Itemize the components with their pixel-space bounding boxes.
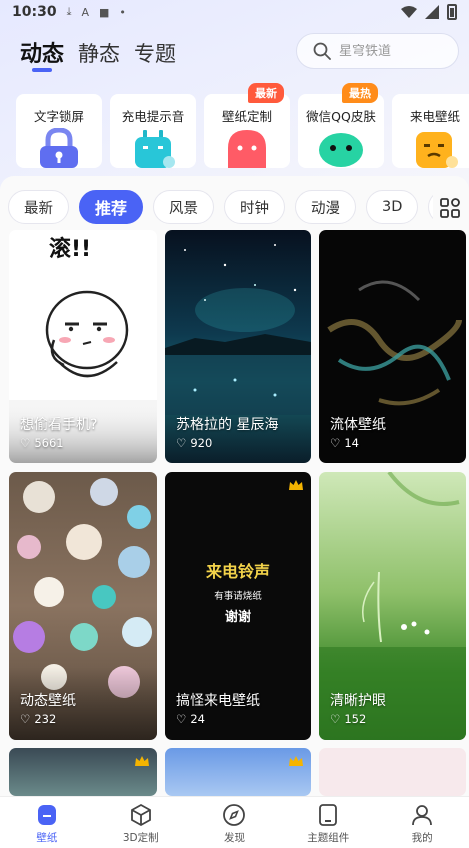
wallpaper-card[interactable]: 清晰护眼 ♡ 152: [319, 472, 466, 740]
feature-text-lockscreen[interactable]: 文字锁屏: [16, 94, 102, 168]
likes-count: 232: [34, 712, 57, 726]
vip-crown-icon: [135, 756, 149, 766]
likes-count: 920: [190, 436, 213, 450]
category-row: 最新 推荐 风景 时钟 动漫 3D 动物: [8, 190, 433, 226]
category-chip-3d[interactable]: 3D: [366, 190, 419, 224]
wallpaper-card[interactable]: 流体壁纸 ♡ 14: [319, 230, 466, 463]
badge-new: 最新: [248, 83, 284, 103]
likes-count: 14: [344, 436, 359, 450]
wifi-icon: [401, 5, 417, 18]
grid-view-icon[interactable]: [440, 198, 460, 218]
wallpaper-likes: ♡ 14: [330, 436, 359, 450]
feature-wallpaper-custom[interactable]: 最新 壁纸定制: [204, 83, 290, 168]
wallpaper-likes: ♡ 232: [20, 712, 56, 726]
wallpaper-card[interactable]: 动态壁纸 ♡ 232: [9, 472, 157, 740]
app-icon: ■: [98, 5, 110, 19]
vip-crown-icon: [289, 756, 303, 766]
tab-topics[interactable]: 专题: [134, 38, 176, 68]
nav-item-profile[interactable]: 我的: [375, 797, 469, 848]
face-icon: [416, 132, 458, 168]
lock-icon: [40, 128, 78, 168]
widget-icon: [319, 804, 338, 826]
wallpaper-card[interactable]: [9, 748, 157, 796]
category-chip-latest[interactable]: 最新: [8, 190, 69, 224]
heart-icon: ♡: [330, 436, 341, 450]
wallpaper-icon: [37, 805, 56, 825]
battery-icon: [447, 4, 457, 20]
feature-label: 充电提示音: [121, 109, 185, 124]
thumbnail-text: 滚!!: [49, 236, 91, 262]
feature-row: 文字锁屏 充电提示音 最新 壁纸定制 最热 微信QQ皮肤 来电壁纸: [16, 83, 469, 168]
heart-icon: ♡: [176, 712, 187, 726]
wallpaper-title: 流体壁纸: [330, 417, 386, 433]
heart-icon: ♡: [20, 436, 31, 450]
feature-charging-sound[interactable]: 充电提示音: [110, 94, 196, 168]
nav-label: 我的: [411, 832, 433, 844]
category-chip-clock[interactable]: 时钟: [224, 190, 286, 224]
thumbnail-text: 来电铃声: [205, 562, 270, 581]
nav-item-wallpaper[interactable]: 壁纸: [0, 797, 94, 848]
feature-label: 文字锁屏: [33, 109, 84, 124]
bubble-icon: [228, 130, 266, 168]
wallpaper-title: 清晰护眼: [330, 693, 386, 709]
vip-crown-icon: [289, 480, 303, 490]
nav-item-discover[interactable]: 发现: [188, 797, 282, 848]
wallpaper-likes: ♡ 152: [330, 712, 366, 726]
user-icon: [412, 805, 432, 826]
likes-count: 152: [344, 712, 367, 726]
wallpaper-title: 想偷看手机?: [20, 417, 98, 433]
nav-label: 3D定制: [122, 832, 159, 844]
search-icon: [313, 42, 331, 60]
category-chip-animals[interactable]: 动物: [428, 190, 433, 224]
wallpaper-card[interactable]: 来电铃声 有事请烧纸 谢谢 搞怪来电壁纸 ♡ 24: [165, 472, 311, 740]
tab-dynamic[interactable]: 动态: [20, 36, 64, 72]
bottom-nav: 壁纸 3D定制 发现 主题组件 我的: [0, 796, 469, 848]
heart-icon: ♡: [20, 712, 31, 726]
feature-label: 壁纸定制: [221, 109, 272, 124]
nav-label: 主题组件: [307, 832, 350, 844]
wallpaper-title: 动态壁纸: [20, 693, 76, 709]
feature-caller-wallpaper[interactable]: 来电壁纸: [392, 94, 469, 168]
nav-label: 发现: [223, 832, 245, 844]
dot-icon: •: [119, 5, 126, 19]
wallpaper-card[interactable]: [165, 748, 311, 796]
wallpaper-likes: ♡ 5661: [20, 436, 64, 450]
category-chip-recommended[interactable]: 推荐: [79, 190, 144, 224]
wallpaper-likes: ♡ 920: [176, 436, 212, 450]
nav-item-theme-widgets[interactable]: 主题组件: [281, 797, 375, 848]
category-chip-scenery[interactable]: 风景: [153, 190, 215, 224]
chat-icon: [319, 133, 363, 167]
a-icon: A: [81, 5, 89, 19]
feature-wechat-qq-skin[interactable]: 最热 微信QQ皮肤: [298, 83, 384, 168]
charger-icon: [135, 130, 175, 168]
category-chip-anime[interactable]: 动漫: [295, 190, 357, 224]
likes-count: 24: [190, 712, 205, 726]
wallpaper-card[interactable]: 滚!! 想偷看手机? ♡ 5661: [9, 230, 157, 463]
tab-static[interactable]: 静态: [78, 38, 120, 68]
status-bar: 10:30 ⤓ A ■ •: [0, 0, 469, 24]
heart-icon: ♡: [330, 712, 341, 726]
signal-icon: [425, 5, 439, 19]
search-box[interactable]: [296, 33, 459, 69]
top-tabs: 动态 静态 专题: [20, 36, 176, 72]
wallpaper-card[interactable]: 苏格拉的 星辰海 ♡ 920: [165, 230, 311, 463]
nav-item-3d-custom[interactable]: 3D定制: [94, 797, 188, 848]
feature-label: 微信QQ皮肤: [306, 109, 376, 124]
cube-icon: [130, 803, 151, 827]
likes-count: 5661: [34, 436, 64, 450]
nav-label: 壁纸: [36, 832, 58, 844]
thumbnail-text: 谢谢: [224, 610, 251, 625]
wallpaper-title: 搞怪来电壁纸: [176, 693, 260, 709]
status-time: 10:30: [12, 4, 57, 20]
badge-hot: 最热: [342, 83, 378, 103]
download-icon: ⤓: [66, 5, 72, 18]
search-input[interactable]: [339, 43, 449, 59]
wallpaper-card[interactable]: [319, 748, 466, 796]
wallpaper-likes: ♡ 24: [176, 712, 205, 726]
feature-label: 来电壁纸: [409, 109, 460, 124]
compass-icon: [223, 804, 246, 826]
wallpaper-title: 苏格拉的 星辰海: [176, 417, 279, 433]
thumbnail-text: 有事请烧纸: [214, 591, 262, 602]
heart-icon: ♡: [176, 436, 187, 450]
